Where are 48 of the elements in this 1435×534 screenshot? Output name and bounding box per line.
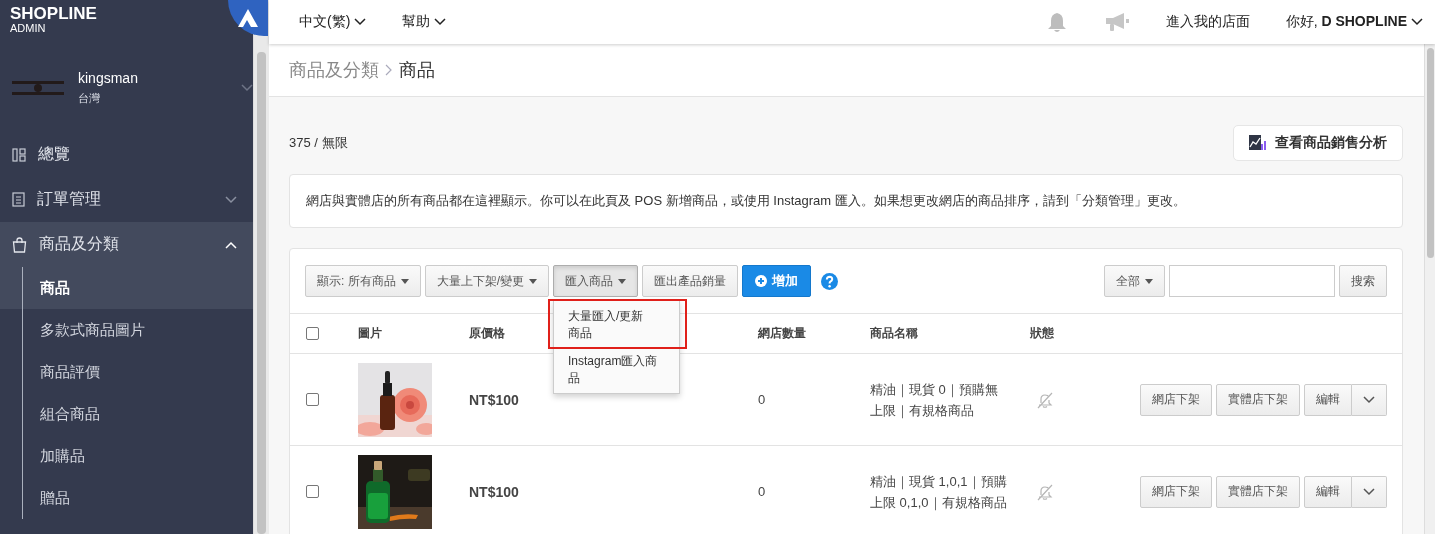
column-header: 商品名稱 [870,325,918,342]
sidebar-subitem[interactable]: 商品 [0,267,253,309]
store-link[interactable]: 進入我的店面 [1165,13,1250,31]
column-header: 原價格 [469,325,505,342]
product-name-cell-text: 精油｜現貨 1,0,1｜預購上限 0,1,0｜有規格商品 [870,472,1008,513]
sidebar-subitem[interactable]: 多款式商品圖片 [0,309,253,351]
brand-logo: SHOPLINE [10,5,97,22]
sidebar-item[interactable]: 商品及分類 [0,222,253,267]
quantity-cell-text: 0 [758,392,767,407]
sidebar-subitem[interactable]: 加購品 [0,435,253,477]
menu-item[interactable]: 大量匯入/更新商品 [550,301,685,347]
dropdown-button[interactable]: 顯示: 所有商品 [305,265,421,297]
dropdown-button[interactable]: 大量上下架/變更 [424,265,549,297]
action-button[interactable]: 實體店下架 [1216,383,1300,416]
action-button[interactable]: 網店下架 [1140,475,1212,508]
sidebar-subitem[interactable]: 贈品 [0,477,253,519]
product-count: 375 / 無限 [289,134,348,152]
breadcrumb-item[interactable]: 商品及分類 [289,58,379,82]
brand-subtitle: ADMIN [10,23,46,34]
sidebar-item[interactable]: 訂單管理 [0,177,253,222]
price-cell-text: NT$100 [469,391,520,408]
export-button[interactable]: 匯出產品銷量 [642,265,738,297]
edit-button[interactable]: 編輯 [1304,383,1352,416]
store-region: 台灣 [78,91,101,106]
nav-menu[interactable]: 幫助 [402,13,447,31]
user-greeting[interactable]: 你好, D SHOPLINE [1285,13,1407,31]
menu-item[interactable]: Instagram匯入商品 [554,349,679,391]
info-notice: 網店與實體店的所有商品都在這裡顯示。你可以在此頁及 POS 新增商品，或使用 Instagram 匯入。如果想更改網店的商品排序，請到「分類管理」更改。 [289,174,1403,228]
filter-dropdown[interactable]: 全部 [1104,265,1165,297]
column-header: 圖片 [358,325,382,342]
column-header: 網店數量 [758,325,806,342]
edit-button[interactable]: 編輯 [1304,475,1352,508]
sidebar-subitem[interactable]: 組合商品 [0,393,253,435]
product-name-cell-text: 精油｜現貨 0｜預購無上限｜有規格商品 [870,380,999,421]
column-header: 狀態 [1030,325,1054,342]
store-name: kingsman [78,70,138,86]
action-button[interactable]: 網店下架 [1140,383,1212,416]
nav-menu[interactable]: 中文(繁) [299,13,367,31]
dropdown-button[interactable]: 匯入商品 [553,265,638,297]
quantity-cell-text: 0 [758,484,767,499]
search-button[interactable]: 搜索 [1339,265,1387,297]
breadcrumb-item: 商品 [399,59,435,82]
sales-analysis-button[interactable]: 查看商品銷售分析 [1233,125,1403,161]
sidebar-subitem[interactable]: 商品評價 [0,351,253,393]
add-button[interactable]: 增加 [742,265,811,297]
sidebar-item[interactable]: 總覽 [0,132,253,177]
action-button[interactable]: 實體店下架 [1216,475,1300,508]
price-cell-text: NT$100 [469,483,520,500]
